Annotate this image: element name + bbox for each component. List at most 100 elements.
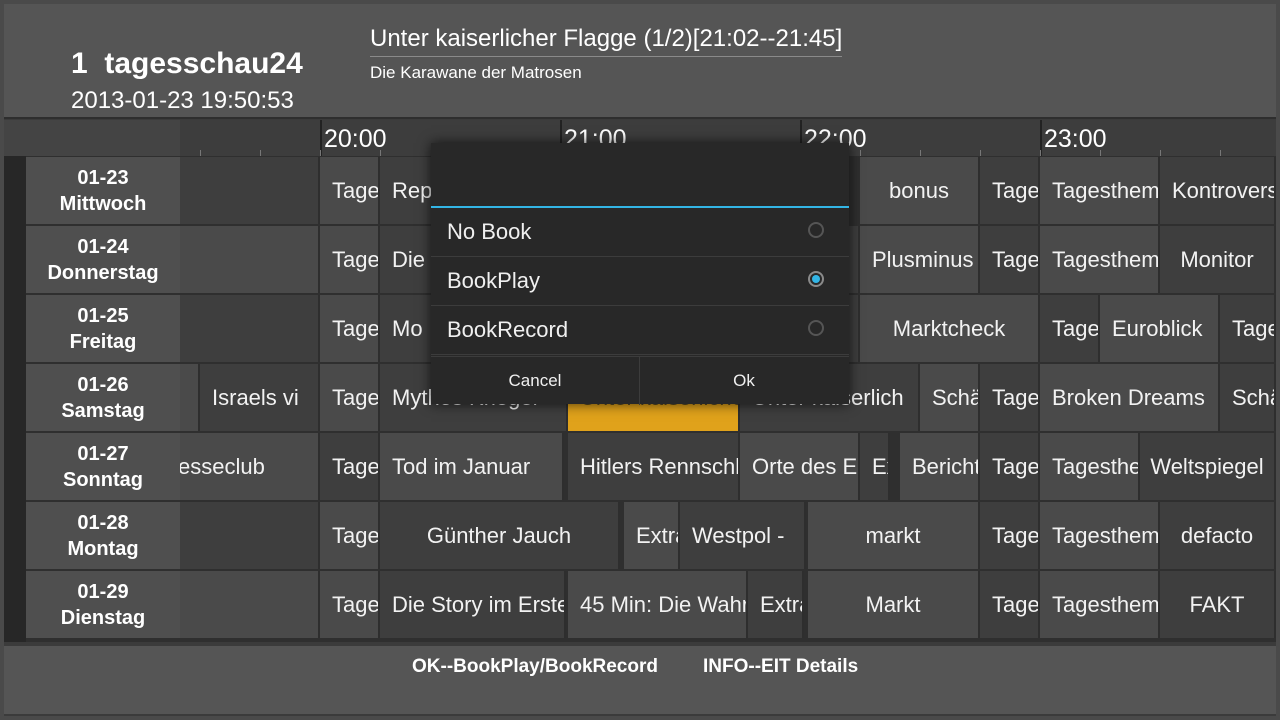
time-tick [860, 150, 861, 156]
footer-ok-hint: OK--BookPlay/BookRecord [412, 656, 658, 677]
day-row: TagesschauGünther JauchExtraWestpol -mar… [4, 502, 1276, 569]
program-cell[interactable]: Tagesschau [320, 364, 380, 431]
program-cell[interactable]: Marktcheck [860, 295, 1040, 362]
program-cell[interactable]: bonus [860, 157, 980, 224]
program-cell[interactable]: Tagesthemen [1040, 433, 1140, 500]
program-cell[interactable]: Tagesschau [980, 226, 1040, 293]
cancel-button[interactable]: Cancel [431, 357, 640, 405]
option-label: No Book [447, 219, 532, 244]
program-cell[interactable]: Tagesschau [980, 364, 1040, 431]
day-label: 01-23 Mittwoch [26, 157, 180, 224]
program-cell[interactable]: Tagesschau [320, 433, 380, 500]
program-cell[interactable]: markt [808, 502, 980, 569]
ok-button[interactable]: Ok [640, 357, 848, 405]
program-cell[interactable]: Kontroverse [1160, 157, 1276, 224]
day-weekday: Samstag [61, 399, 145, 422]
option-label: BookRecord [447, 317, 569, 342]
day-row: PresseclubTagesschauTod im JanuarHitlers… [4, 433, 1276, 500]
program-cell[interactable]: Tagesschau [1220, 295, 1276, 362]
radio-icon[interactable] [808, 320, 824, 336]
program-cell[interactable]: Israels vi [200, 364, 320, 431]
program-cell[interactable]: Die Story im Ersten [380, 571, 566, 638]
time-tick [980, 150, 981, 156]
program-cell[interactable] [180, 571, 320, 638]
program-cell[interactable]: Tagesthemen [1040, 226, 1160, 293]
time-marker: 23:00 [1040, 120, 1276, 156]
program-cell[interactable]: Hitlers Rennschlacht [568, 433, 740, 500]
time-tick [380, 150, 381, 156]
program-cell[interactable]: Schätze [920, 364, 980, 431]
program-cell[interactable]: Tagesschau [980, 157, 1040, 224]
program-title: Unter kaiserlicher Flagge (1/2)[21:02--2… [370, 25, 843, 57]
program-cell[interactable]: Euroblick [1100, 295, 1220, 362]
program-cell[interactable]: 45 Min: Die Wahrheit [568, 571, 748, 638]
header: 1 tagesschau24 2013-01-23 19:50:53 Unter… [4, 4, 1276, 119]
program-cell[interactable] [180, 295, 320, 362]
footer-info-hint: INFO--EIT Details [703, 656, 859, 677]
program-cell[interactable]: Markt [808, 571, 980, 638]
timeline-corner [4, 120, 180, 156]
program-cell[interactable]: Tagesschau [320, 226, 380, 293]
program-cell[interactable]: Tagesschau [980, 571, 1040, 638]
day-label: 01-24 Donnerstag [26, 226, 180, 293]
program-cell[interactable]: Tagesschau [320, 502, 380, 569]
time-tick [1100, 150, 1101, 156]
program-subtitle: Die Karawane der Matrosen [370, 63, 582, 82]
day-label: 01-28 Montag [26, 502, 180, 569]
current-datetime: 2013-01-23 19:50:53 [71, 87, 294, 114]
time-tick [1220, 150, 1221, 156]
option-no-book[interactable]: No Book [431, 208, 849, 257]
program-cell[interactable] [180, 157, 320, 224]
option-bookrecord[interactable]: BookRecord [431, 306, 849, 355]
program-cell[interactable]: Westpol - [680, 502, 806, 569]
program-cell[interactable]: Tagesthemen [1040, 571, 1160, 638]
program-cell[interactable]: Weltspiegel [1140, 433, 1276, 500]
program-cell[interactable]: FAKT [1160, 571, 1276, 638]
program-cell[interactable]: Bericht [900, 433, 980, 500]
day-date: 01-23 [77, 166, 129, 189]
channel-title: 1 tagesschau24 [71, 47, 303, 80]
program-cell[interactable]: Tagesschau [320, 157, 380, 224]
program-cell[interactable]: Extra [860, 433, 890, 500]
program-cell[interactable]: Tagesschau [320, 295, 380, 362]
program-cell[interactable]: Tagesthemen [1040, 502, 1160, 569]
program-cell[interactable] [180, 226, 320, 293]
time-tick [200, 150, 201, 156]
day-weekday: Freitag [69, 330, 137, 353]
radio-selected-icon[interactable] [808, 271, 824, 287]
day-date: 01-28 [77, 511, 129, 534]
day-weekday: Donnerstag [47, 261, 159, 284]
dialog-button-bar: Cancel Ok [431, 356, 849, 405]
booking-dialog: No Book BookPlay BookRecord Cancel Ok [431, 143, 849, 405]
program-cell[interactable]: Monitor [1160, 226, 1276, 293]
program-cell[interactable]: Tagesschau [1040, 295, 1100, 362]
day-label: 01-27 Sonntag [26, 433, 180, 500]
program-cell[interactable]: Tod im Januar [380, 433, 564, 500]
program-cell[interactable]: Tagesschau [320, 571, 380, 638]
program-cell[interactable]: defacto [1160, 502, 1276, 569]
time-tick [1040, 150, 1041, 156]
program-cell[interactable]: Günther Jauch [380, 502, 620, 569]
day-label: 01-25 Freitag [26, 295, 180, 362]
time-tick [260, 150, 261, 156]
program-cell[interactable]: Plusminus [860, 226, 980, 293]
program-cell[interactable]: Tagesthemen [1040, 157, 1160, 224]
option-bookplay[interactable]: BookPlay [431, 257, 849, 306]
program-cell[interactable]: Broken Dreams [1040, 364, 1220, 431]
program-cell[interactable]: Tagesschau [980, 502, 1040, 569]
program-cell[interactable]: Schätze [1220, 364, 1276, 431]
day-weekday: Sonntag [63, 468, 143, 491]
program-cell[interactable]: Tagesschau [980, 433, 1040, 500]
day-label: 01-26 Samstag [26, 364, 180, 431]
day-weekday: Mittwoch [59, 192, 147, 215]
program-cell[interactable]: Extra [624, 502, 680, 569]
program-cell[interactable] [180, 502, 320, 569]
program-cell[interactable]: Extra [748, 571, 804, 638]
time-tick [1160, 150, 1161, 156]
day-weekday: Montag [67, 537, 139, 560]
day-date: 01-27 [77, 442, 129, 465]
day-date: 01-25 [77, 304, 129, 327]
program-cell[interactable]: Orte des Erinnerns [740, 433, 860, 500]
radio-icon[interactable] [808, 222, 824, 238]
day-date: 01-24 [77, 235, 129, 258]
